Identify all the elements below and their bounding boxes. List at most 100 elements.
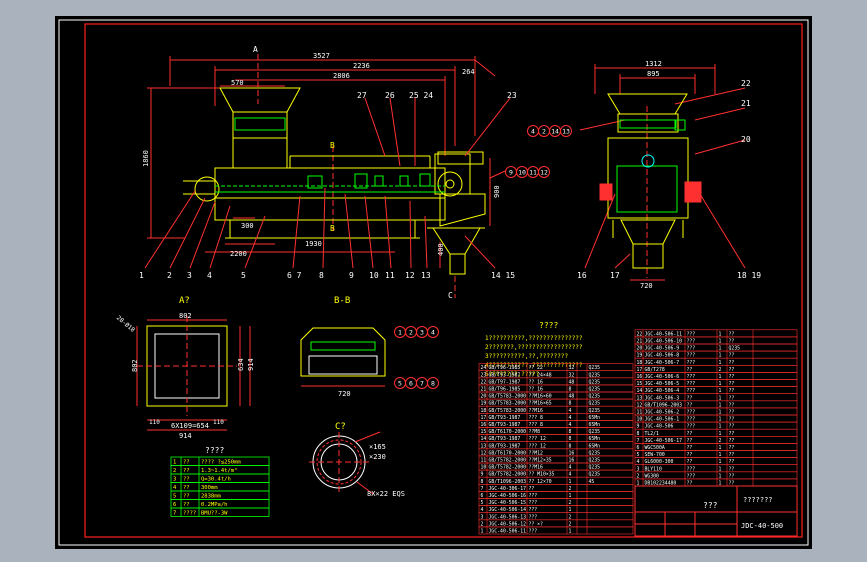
dim-400: 400 [437, 243, 445, 256]
view-c [309, 431, 381, 495]
spec-cell: ?? [183, 494, 190, 500]
part-callout: 20 [741, 135, 751, 144]
parts-cell: ??M8 [529, 429, 541, 435]
parts-cell: WG300 [645, 473, 660, 479]
parts-cell: Q235 [589, 379, 601, 385]
parts-cell: 48 [569, 379, 575, 385]
parts-cell: ?? 16 [529, 387, 544, 393]
main-circle-callouts: 9 10 11 12 [505, 166, 550, 178]
parts-cell: 6 [637, 445, 640, 451]
parts-cell: ?? [729, 452, 735, 458]
part-callout: 17 [610, 271, 620, 280]
parts-cell: 10 [637, 417, 643, 423]
parts-cell: Q235 [589, 394, 601, 400]
parts-cell: ??? 12 [529, 443, 546, 449]
parts-cell: SEW-700 [645, 452, 665, 458]
parts-cell: ??? [687, 331, 696, 337]
parts-cell: GB/T5782-2000 [489, 472, 527, 478]
parts-cell: ??M16×60 [529, 394, 552, 400]
parts-cell: 8 [569, 401, 572, 407]
parts-cell: ??? [529, 507, 538, 513]
parts-cell: JGC-40-506-15 [489, 500, 527, 506]
parts-cell: ?? [729, 417, 735, 423]
side-circle-callouts: 4 2 14 13 [527, 125, 572, 137]
dim-900: 900 [493, 185, 501, 198]
view-b-circles: 1 2 3 4 5 6 7 8 [394, 326, 439, 389]
view-b-dim: 720 [338, 390, 351, 398]
parts-cell: 17 [637, 367, 643, 373]
part-callout: 21 [741, 99, 751, 108]
parts-cell: ?? [729, 381, 735, 387]
parts-cell: Q235 [589, 429, 601, 435]
spec-table: ???? 1?? ???? ?≤250mm 2?? 1.3~1.4t/m³ 3?? Q=3… [170, 446, 270, 517]
parts-cell: JGC-40-506-3 [645, 395, 680, 401]
parts-cell: JGC-40-506-5 [645, 381, 680, 387]
part-callout: 9 [349, 271, 354, 280]
parts-cell: ?? [729, 331, 735, 337]
view-a [136, 316, 251, 431]
parts-cell: JGC-40-506-14 [489, 507, 527, 513]
spec-cell: 5 [173, 494, 176, 500]
parts-cell: 1 [719, 410, 722, 416]
parts-cell: 4 [569, 422, 572, 428]
parts-cell: ?? [729, 388, 735, 394]
parts-cell: 21 [481, 387, 487, 393]
parts-cell: 2 [481, 521, 484, 527]
notes-line-1: 1??????????,??????????????? [485, 335, 583, 342]
parts-cell: 4 [569, 408, 572, 414]
spec-cell: ?? [183, 477, 190, 483]
part-callout: 2 [167, 271, 172, 280]
parts-cell: 3 [637, 466, 640, 472]
spec-cell: 6 [173, 502, 176, 508]
parts-cell: 20 [481, 394, 487, 400]
parts-cell: ??? 8 [529, 415, 544, 421]
part-callout: 25 24 [409, 91, 433, 100]
spec-cell: 0.2MPa/h [201, 502, 228, 508]
parts-cell: GB/T93-1987 [489, 422, 521, 428]
part-callout: 14 15 [491, 271, 515, 280]
part-callout: 6 7 [287, 271, 302, 280]
parts-cell: ?? [687, 431, 693, 437]
parts-cell: 1 [481, 529, 484, 535]
parts-cell: ??? 12 [529, 436, 546, 442]
dim-2236: 2236 [353, 62, 370, 70]
parts-cell: ?? [687, 367, 693, 373]
spec-cell: Q=30.4t/h [201, 477, 231, 483]
parts-cell: 15 [637, 381, 643, 387]
spec-cell: 1 [173, 460, 176, 466]
parts-cell: 7 [481, 486, 484, 492]
part-callout: 27 [357, 91, 367, 100]
parts-cell: GB/T93-1987 [489, 372, 521, 378]
parts-cell: 22 [481, 379, 487, 385]
view-a-dim-r1: 634 [237, 358, 245, 371]
part-callout: 10 [369, 271, 379, 280]
parts-cell: 65Mn [589, 436, 601, 442]
parts-cell: 16 [481, 422, 487, 428]
parts-cell: 1 [719, 431, 722, 437]
parts-cell: 1 [719, 346, 722, 352]
parts-cell: ?? 22 [529, 365, 544, 371]
main-hopper [219, 87, 301, 169]
parts-cell: ??? [687, 410, 696, 416]
main-dim-lines [147, 56, 496, 268]
view-c-dim3: 8X×22 EQS [367, 490, 405, 498]
parts-cell: 1 [719, 466, 722, 472]
parts-cell: JGC-40-506-6 [645, 374, 680, 380]
parts-cell: 5 [637, 452, 640, 458]
parts-cell: 12 [481, 450, 487, 456]
parts-cell: Q235 [589, 387, 601, 393]
parts-cell: 18 [481, 408, 487, 414]
spec-table-title: ???? [205, 446, 224, 455]
parts-cell: 8 [481, 479, 484, 485]
drawing-frame: A C B B 3527 2236 2806 264 570 1860 300 … [55, 16, 812, 549]
parts-cell: 4 [569, 472, 572, 478]
parts-cell: 8 [569, 443, 572, 449]
view-b-callout-number: 6 [409, 380, 413, 388]
dim-264: 264 [462, 68, 475, 76]
spec-cell: ?? [183, 468, 190, 474]
parts-cell: GL6000-300 [645, 459, 674, 465]
parts-cell: Q235 [589, 408, 601, 414]
parts-cell: GB/T96-1985 [489, 365, 521, 371]
parts-cell: ??? [687, 388, 696, 394]
main-callout-number: 9 [509, 169, 513, 177]
